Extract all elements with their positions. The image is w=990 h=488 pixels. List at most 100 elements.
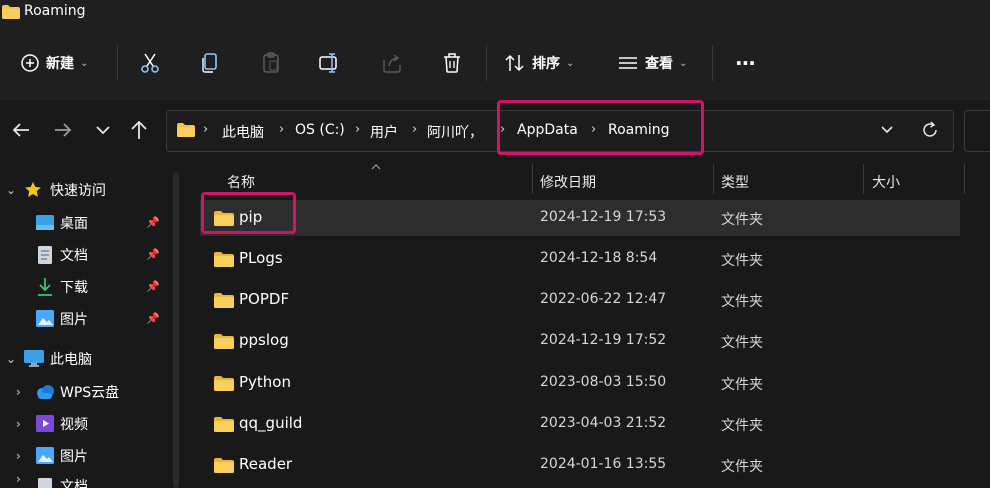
list-item[interactable]: PLogs 2024-12-18 8:54 文件夹 [200,241,960,277]
more-options-button[interactable]: ··· [735,46,756,80]
cut-button[interactable] [139,46,161,80]
up-button[interactable] [128,119,150,141]
chevron-down-icon[interactable] [881,126,893,134]
column-header-type[interactable]: 类型 [721,172,749,192]
recent-locations-button[interactable] [92,119,114,141]
back-button[interactable] [10,119,32,141]
list-item[interactable]: qq_guild 2023-04-03 21:52 文件夹 [200,406,960,442]
sort-label: 排序 [532,56,560,72]
view-button[interactable]: 查看 ⌄ [617,46,687,80]
column-header-name[interactable]: 名称 [227,172,255,192]
view-label: 查看 [645,56,673,72]
list-item[interactable]: POPDF 2022-06-22 12:47 文件夹 [200,282,960,318]
sidebar-label: 此电脑 [50,352,92,368]
sort-ascending-icon [371,164,381,170]
toolbar-divider [486,45,487,81]
pictures-icon [36,447,54,468]
file-name: POPDF [239,290,290,308]
rename-button[interactable] [319,46,343,80]
pin-icon: 📌 [146,216,160,229]
file-type: 文件夹 [721,335,763,351]
column-divider[interactable] [713,164,714,194]
trash-icon [444,53,460,73]
command-bar: 新建 ⌄ 排序 ⌄ 查看 ⌄ ··· [0,26,990,100]
file-modified: 2022-06-22 12:47 [540,291,667,307]
sidebar-item-this-pc[interactable]: ⌄ 此电脑 [0,345,168,373]
delete-button[interactable] [442,46,462,80]
chevron-down-icon [96,126,110,135]
column-header-modified[interactable]: 修改日期 [540,172,596,192]
file-modified: 2024-12-19 17:52 [540,332,667,348]
breadcrumb-user-folder[interactable]: 阿川吖， [427,122,483,142]
column-header-size[interactable]: 大小 [872,172,900,192]
folder-icon [214,293,234,308]
chevron-down-icon: ⌄ [6,352,17,366]
desktop-icon [36,215,54,235]
chevron-down-icon: ⌄ [679,57,688,69]
list-item[interactable]: Reader 2024-01-16 13:55 文件夹 [200,447,960,483]
file-type: 文件夹 [721,212,763,228]
file-name: qq_guild [239,414,303,432]
list-item[interactable]: ppslog 2024-12-19 17:52 文件夹 [200,323,960,359]
folder-icon [214,252,234,267]
list-item[interactable]: Python 2023-08-03 15:50 文件夹 [200,365,960,401]
view-list-icon [619,57,637,69]
sort-button[interactable]: 排序 ⌄ [504,46,574,80]
new-button[interactable]: 新建 ⌄ [20,46,88,80]
toolbar-divider [712,45,713,81]
sidebar-label: 视频 [60,417,88,433]
folder-icon [214,417,234,432]
sidebar-item-pictures[interactable]: 图片 📌 [0,305,168,333]
sidebar-item-quick-access[interactable]: ⌄ 快速访问 [0,176,168,204]
file-name: Reader [239,455,293,473]
sidebar-scrollbar[interactable] [173,172,179,488]
document-icon [38,246,52,268]
chevron-right-icon: › [16,472,21,486]
paste-button[interactable] [261,46,281,80]
chevron-down-icon: ⌄ [566,57,575,69]
pin-icon: 📌 [146,312,160,325]
title-bar: Roaming [0,0,990,26]
breadcrumb-separator-icon: › [355,122,361,137]
computer-icon [24,350,44,371]
highlight-box [497,100,704,155]
more-icon: ··· [735,51,756,75]
folder-icon [177,123,195,137]
chevron-right-icon: › [16,417,21,431]
file-modified: 2023-08-03 15:50 [540,374,667,390]
share-button[interactable] [381,46,403,80]
folder-icon [214,458,234,473]
search-box[interactable] [964,110,990,152]
breadcrumb-drive-c[interactable]: OS (C:) [295,122,345,138]
sidebar-item-pc-documents[interactable]: › 文档 [0,472,168,488]
file-name: Python [239,373,291,391]
cloud-icon [35,385,55,403]
list-item[interactable]: pip 2024-12-19 17:53 文件夹 [200,200,960,236]
chevron-down-icon: ⌄ [80,57,89,69]
file-type: 文件夹 [721,459,763,475]
column-divider[interactable] [532,164,533,194]
sidebar-item-wps-cloud[interactable]: › WPS云盘 [0,378,168,406]
window-title: Roaming [24,3,86,19]
pictures-icon [36,310,54,331]
breadcrumb-separator-icon: › [279,122,285,137]
sidebar-label: 图片 [60,312,88,328]
sidebar-label: 下载 [60,280,88,296]
clipboard-icon [263,52,279,73]
column-divider[interactable] [863,164,864,194]
sidebar-item-videos[interactable]: › 视频 [0,410,168,438]
column-divider[interactable] [964,164,965,194]
sidebar-item-pc-pictures[interactable]: › 图片 [0,442,168,470]
sidebar-item-desktop[interactable]: 桌面 📌 [0,209,168,237]
copy-button[interactable] [200,46,220,80]
highlight-box [201,192,296,234]
scissors-icon [141,53,159,73]
sidebar-item-documents[interactable]: 文档 📌 [0,241,168,269]
sidebar-item-downloads[interactable]: 下载 📌 [0,273,168,301]
breadcrumb-this-pc[interactable]: 此电脑 [222,122,264,142]
rename-icon [319,53,337,73]
forward-button[interactable] [52,119,74,141]
refresh-icon[interactable] [921,121,939,139]
breadcrumb-users[interactable]: 用户 [370,122,398,142]
file-name: ppslog [239,331,289,349]
